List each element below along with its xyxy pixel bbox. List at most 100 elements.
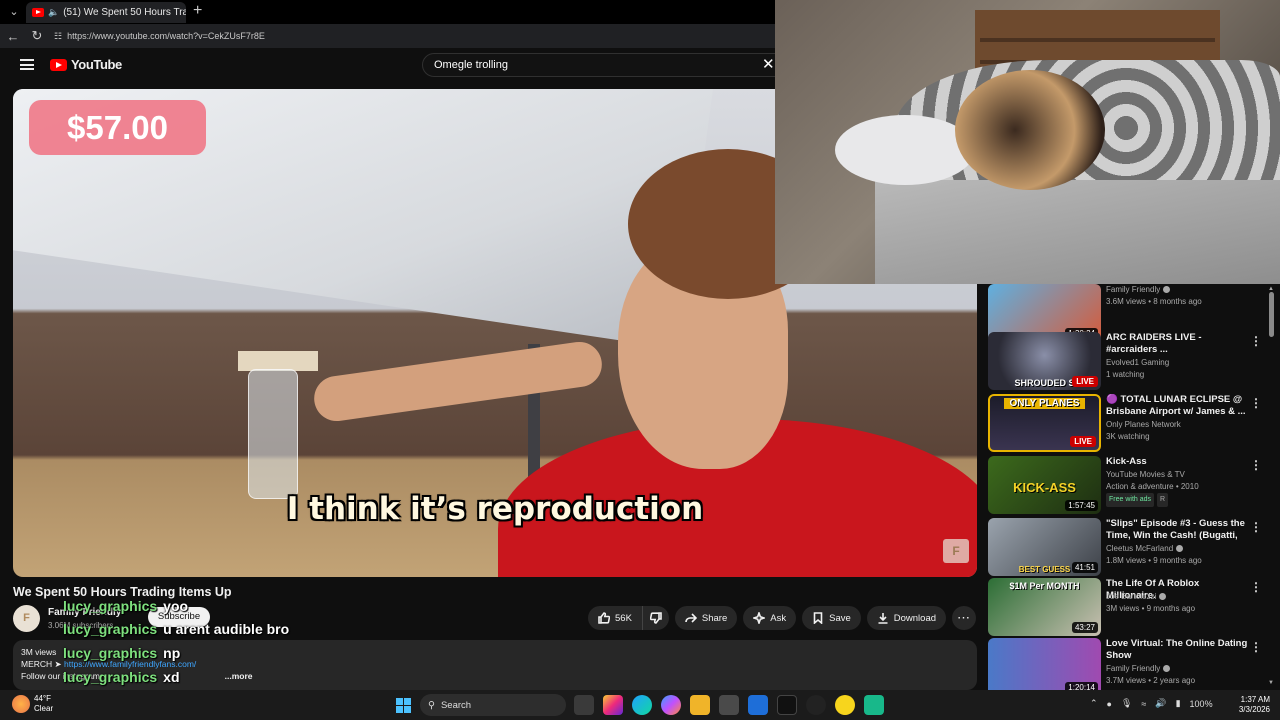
webcam-overlay [775, 0, 1280, 284]
weather-widget[interactable]: 44°F Clear [12, 694, 53, 714]
microsoft-store-icon[interactable] [719, 695, 739, 715]
chat-message: lucy_graphics u arent audible bro [63, 621, 289, 637]
tiktok-icon[interactable] [777, 695, 797, 715]
recording-app-icon[interactable] [864, 695, 884, 715]
windows-start-icon[interactable] [396, 698, 411, 713]
show-more-link[interactable]: ...more [225, 671, 253, 681]
channel-name[interactable]: YouTube Movies & TV [1106, 469, 1266, 481]
clock-time: 1:37 AM [1240, 695, 1270, 704]
channel-name[interactable]: Joe Bartolozzi [1106, 592, 1156, 601]
alien-app-icon[interactable] [806, 695, 826, 715]
video-thumbnail[interactable]: KICK-ASS 1:57:45 [988, 456, 1101, 514]
windows-taskbar: 44°F Clear ⚲ Search ⌃ ● 🎙 ≈ 🔊 ▮ 100% 1:3… [0, 690, 1280, 720]
wifi-icon[interactable]: ≈ [1141, 699, 1146, 709]
like-button[interactable]: 56K [588, 606, 643, 630]
channel-name[interactable]: Cleetus McFarland [1106, 544, 1173, 553]
video-menu-icon[interactable]: ⋮ [1250, 396, 1262, 410]
youtube-logo-text: YouTube [71, 57, 122, 72]
speaker-icon[interactable]: 🔈 [48, 7, 59, 18]
reload-icon[interactable]: ↻ [30, 28, 44, 44]
taskbar-search[interactable]: ⚲ Search [420, 694, 566, 716]
search-icon: ⚲ [428, 699, 435, 711]
recommended-video[interactable]: $1M Per MONTH 43:27 The Life Of A Roblox… [988, 578, 1278, 636]
new-tab-button[interactable]: + [193, 2, 202, 20]
download-button[interactable]: Download [866, 606, 947, 630]
video-thumbnail[interactable]: BEST GUESS 41:51 [988, 518, 1101, 576]
tray-chevron-icon[interactable]: ⌃ [1090, 698, 1098, 709]
recommended-video[interactable]: ONLY PLANES LIVE 🟣 TOTAL LUNAR ECLIPSE @… [988, 394, 1278, 452]
ask-label: Ask [770, 612, 787, 624]
channel-name[interactable]: Family Friendly [1106, 664, 1160, 673]
video-menu-icon[interactable]: ⋮ [1250, 580, 1262, 594]
edge-browser-icon[interactable] [632, 695, 652, 715]
battery-icon[interactable]: ▮ [1176, 698, 1181, 709]
chat-text: np [163, 645, 181, 661]
video-thumbnail[interactable]: SHROUDED S LIVE [988, 332, 1101, 390]
share-label: Share [701, 612, 728, 624]
video-title: We Spent 50 Hours Trading Items Up [13, 585, 232, 599]
channel-name[interactable]: Evolved1 Gaming [1106, 357, 1266, 369]
video-title[interactable]: Love Virtual: The Online Dating Show [1106, 638, 1248, 662]
recommended-video[interactable]: BEST GUESS 41:51 "Slips" Episode #3 - Gu… [988, 518, 1278, 576]
video-duration: 41:51 [1071, 562, 1098, 573]
search-clear-icon[interactable]: ✕ [762, 55, 775, 73]
video-menu-icon[interactable]: ⋮ [1250, 458, 1262, 472]
mail-icon[interactable] [748, 695, 768, 715]
thumbnail-text: ONLY PLANES [1004, 398, 1085, 409]
volume-icon[interactable]: 🔊 [1155, 698, 1166, 709]
copilot-icon[interactable] [661, 695, 681, 715]
video-menu-icon[interactable]: ⋮ [1250, 334, 1262, 348]
recommended-video[interactable]: SHROUDED S LIVE ARC RAIDERS LIVE - #arcr… [988, 332, 1278, 390]
file-explorer-icon[interactable] [690, 695, 710, 715]
microphone-icon[interactable]: 🎙 [1121, 698, 1132, 709]
free-with-ads-badge: Free with ads [1106, 493, 1155, 507]
back-arrow-icon[interactable]: ← [6, 29, 20, 44]
video-thumbnail[interactable]: $1M Per MONTH 43:27 [988, 578, 1101, 636]
snapchat-icon[interactable] [835, 695, 855, 715]
chat-username: lucy_graphics [63, 621, 158, 637]
video-title[interactable]: ARC RAIDERS LIVE - #arcraiders ... [1106, 332, 1248, 356]
recommended-video[interactable]: KICK-ASS 1:57:45 Kick-Ass YouTube Movies… [988, 456, 1278, 514]
video-thumbnail[interactable]: 1:20:14 [988, 638, 1101, 690]
youtube-logo[interactable]: YouTube [50, 57, 122, 72]
clock-date: 3/3/2026 [1238, 705, 1270, 714]
video-title[interactable]: "Slips" Episode #3 - Guess the Time, Win… [1106, 518, 1248, 542]
share-button[interactable]: Share [674, 606, 738, 630]
channel-name[interactable]: Family Friendly [1106, 285, 1160, 294]
hamburger-menu-icon[interactable] [20, 59, 34, 70]
instagram-icon[interactable] [603, 695, 623, 715]
search-input[interactable]: Omegle trolling [422, 53, 780, 77]
chat-message: lucy_graphics xd [63, 669, 180, 685]
live-badge: LIVE [1072, 376, 1098, 387]
chat-username: lucy_graphics [63, 669, 158, 685]
tab-title: (51) We Spent 50 Hours Tradi [63, 7, 186, 18]
browser-tab-youtube[interactable]: 🔈 (51) We Spent 50 Hours Tradi ✕ [26, 2, 186, 23]
video-title[interactable]: Kick-Ass [1106, 456, 1248, 468]
tab-list-chevron-icon[interactable]: ⌄ [6, 4, 22, 20]
video-thumbnail[interactable]: ONLY PLANES LIVE [988, 394, 1101, 452]
chat-username: lucy_graphics [63, 645, 158, 661]
site-info-icon[interactable]: ☷ [54, 31, 62, 42]
dislike-button[interactable] [642, 606, 669, 630]
live-badge: LIVE [1070, 436, 1096, 447]
tray-app-icon[interactable]: ● [1107, 699, 1112, 709]
video-menu-icon[interactable]: ⋮ [1250, 520, 1262, 534]
chat-message: lucy_graphics yoo [63, 598, 188, 614]
channel-avatar[interactable]: F [13, 605, 40, 632]
sidebar-scrollbar[interactable] [1269, 292, 1274, 337]
more-actions-icon[interactable]: ⋯ [952, 606, 977, 630]
save-button[interactable]: Save [802, 606, 861, 630]
channel-watermark-icon[interactable]: F [943, 539, 969, 563]
video-menu-icon[interactable]: ⋮ [1250, 640, 1262, 654]
clock[interactable]: 1:37 AM 3/3/2026 [1226, 695, 1270, 715]
video-title[interactable]: 🟣 TOTAL LUNAR ECLIPSE @ Brisbane Airport… [1106, 394, 1248, 418]
recommended-video[interactable]: 1:20:14 Love Virtual: The Online Dating … [988, 638, 1278, 690]
temperature: 44°F [34, 694, 51, 703]
url-field[interactable]: ☷ https://www.youtube.com/watch?v=CekZUs… [54, 31, 265, 42]
task-view-icon[interactable] [574, 695, 594, 715]
ask-button[interactable]: Ask [743, 606, 797, 630]
channel-name[interactable]: Only Planes Network [1106, 419, 1266, 431]
youtube-play-icon [50, 58, 67, 71]
scroll-down-icon[interactable]: ▼ [1268, 680, 1274, 686]
video-meta: 1 watching [1106, 370, 1145, 379]
